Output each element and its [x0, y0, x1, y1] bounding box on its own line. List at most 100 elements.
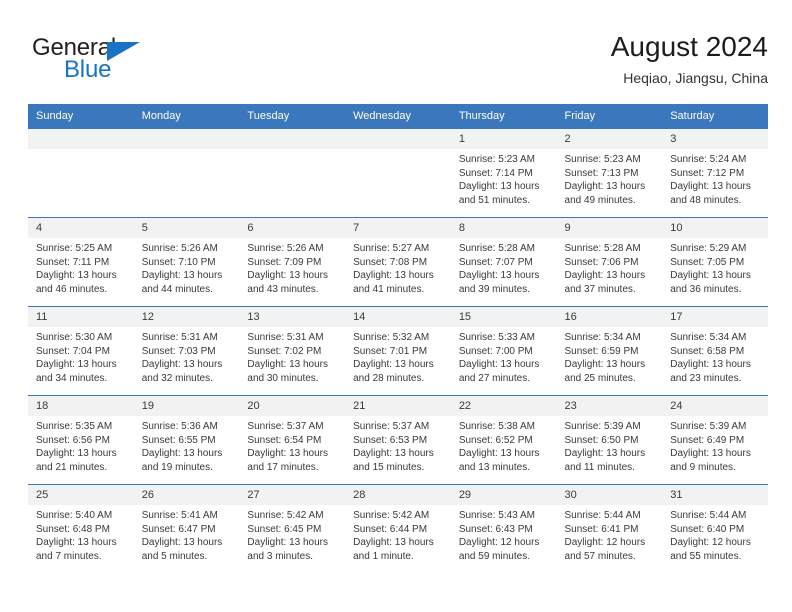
calendar-day-cell[interactable]: 25 Sunrise: 5:40 AM Sunset: 6:48 PM Dayligh…: [28, 484, 134, 573]
daylight-text-line2: and 15 minutes.: [353, 461, 425, 473]
sunset-text: Sunset: 7:04 PM: [36, 345, 110, 357]
day-number: [345, 129, 451, 149]
daylight-text-line2: and 36 minutes.: [670, 283, 742, 295]
day-details: Sunrise: 5:39 AM Sunset: 6:49 PM Daylight:…: [662, 416, 768, 474]
calendar-day-cell[interactable]: 22 Sunrise: 5:38 AM Sunset: 6:52 PM Dayligh…: [450, 395, 557, 485]
brand-logo[interactable]: General Blue: [32, 34, 212, 90]
day-number: 27: [239, 485, 346, 505]
daylight-text-line2: and 51 minutes.: [458, 194, 530, 206]
calendar-day-cell[interactable]: 18 Sunrise: 5:35 AM Sunset: 6:56 PM Dayligh…: [28, 395, 134, 485]
daylight-text-line1: Daylight: 12 hours: [458, 537, 540, 549]
title-block: August 2024 Heqiao, Jiangsu, China: [611, 30, 768, 88]
calendar-day-cell[interactable]: 2 Sunrise: 5:23 AM Sunset: 7:13 PM Daylight…: [556, 128, 663, 218]
daylight-text-line1: Daylight: 13 hours: [458, 270, 540, 282]
day-number: [239, 129, 346, 149]
sunset-text: Sunset: 6:56 PM: [36, 434, 110, 446]
daylight-text-line2: and 59 minutes.: [458, 550, 530, 562]
calendar-day-cell[interactable]: 15 Sunrise: 5:33 AM Sunset: 7:00 PM Dayligh…: [450, 306, 557, 396]
daylight-text-line1: Daylight: 13 hours: [564, 448, 646, 460]
calendar-table: Sunday Monday Tuesday Wednesday Thursday…: [28, 104, 768, 573]
calendar-day-cell[interactable]: 24 Sunrise: 5:39 AM Sunset: 6:49 PM Dayligh…: [662, 395, 768, 485]
day-number: [28, 129, 134, 149]
calendar-day-cell[interactable]: 14 Sunrise: 5:32 AM Sunset: 7:01 PM Dayligh…: [345, 306, 451, 396]
sunset-text: Sunset: 7:05 PM: [670, 256, 745, 268]
calendar-day-cell[interactable]: 16 Sunrise: 5:34 AM Sunset: 6:59 PM Dayligh…: [556, 306, 663, 396]
calendar-day-cell[interactable]: 4 Sunrise: 5:25 AM Sunset: 7:11 PM Daylight…: [28, 217, 134, 307]
calendar-day-cell[interactable]: 20 Sunrise: 5:37 AM Sunset: 6:54 PM Dayligh…: [239, 395, 346, 485]
calendar-day-cell[interactable]: 7 Sunrise: 5:27 AM Sunset: 7:08 PM Daylight…: [345, 217, 451, 307]
calendar-day-cell[interactable]: 19 Sunrise: 5:36 AM Sunset: 6:55 PM Dayligh…: [133, 395, 240, 485]
day-details: Sunrise: 5:25 AM Sunset: 7:11 PM Daylight:…: [28, 238, 134, 296]
weekday-header-monday: Monday: [133, 104, 240, 129]
day-details: Sunrise: 5:23 AM Sunset: 7:13 PM Daylight:…: [557, 149, 663, 207]
calendar-day-cell[interactable]: 13 Sunrise: 5:31 AM Sunset: 7:02 PM Dayligh…: [239, 306, 346, 396]
day-details: Sunrise: 5:41 AM Sunset: 6:47 PM Daylight:…: [134, 505, 240, 563]
calendar-day-cell[interactable]: 12 Sunrise: 5:31 AM Sunset: 7:03 PM Dayligh…: [133, 306, 240, 396]
sunset-text: Sunset: 6:49 PM: [670, 434, 745, 446]
daylight-text-line1: Daylight: 13 hours: [670, 181, 751, 193]
calendar-day-cell[interactable]: 9 Sunrise: 5:28 AM Sunset: 7:06 PM Daylight…: [556, 217, 663, 307]
daylight-text-line1: Daylight: 13 hours: [247, 537, 329, 549]
daylight-text-line1: Daylight: 13 hours: [141, 448, 223, 460]
daylight-text-line1: Daylight: 13 hours: [247, 359, 329, 371]
daylight-text-line2: and 34 minutes.: [36, 372, 108, 384]
sunrise-text: Sunrise: 5:29 AM: [670, 243, 747, 254]
daylight-text-line2: and 13 minutes.: [458, 461, 530, 473]
calendar-day-cell[interactable]: 23 Sunrise: 5:39 AM Sunset: 6:50 PM Dayligh…: [556, 395, 663, 485]
calendar-day-cell[interactable]: 6 Sunrise: 5:26 AM Sunset: 7:09 PM Daylight…: [239, 217, 346, 307]
sunrise-text: Sunrise: 5:42 AM: [247, 510, 324, 521]
calendar-day-cell[interactable]: 10 Sunrise: 5:29 AM Sunset: 7:05 PM Dayligh…: [662, 217, 768, 307]
day-number: 13: [239, 307, 346, 327]
calendar-day-cell[interactable]: 30 Sunrise: 5:44 AM Sunset: 6:41 PM Dayligh…: [556, 484, 663, 573]
day-number: 29: [450, 485, 557, 505]
day-details: Sunrise: 5:26 AM Sunset: 7:10 PM Daylight:…: [134, 238, 240, 296]
sunset-text: Sunset: 7:10 PM: [141, 256, 216, 268]
day-number: 22: [450, 396, 557, 416]
calendar-day-cell[interactable]: 26 Sunrise: 5:41 AM Sunset: 6:47 PM Dayligh…: [133, 484, 240, 573]
sunset-text: Sunset: 6:50 PM: [564, 434, 639, 446]
sunset-text: Sunset: 7:12 PM: [670, 167, 745, 179]
daylight-text-line1: Daylight: 13 hours: [353, 270, 434, 282]
daylight-text-line1: Daylight: 13 hours: [247, 270, 329, 282]
sunset-text: Sunset: 7:09 PM: [247, 256, 322, 268]
day-number: [133, 129, 240, 149]
sunset-text: Sunset: 7:06 PM: [564, 256, 639, 268]
daylight-text-line2: and 27 minutes.: [458, 372, 530, 384]
calendar-week-row: 4 Sunrise: 5:25 AM Sunset: 7:11 PM Daylight…: [28, 217, 768, 307]
calendar-day-cell[interactable]: 11 Sunrise: 5:30 AM Sunset: 7:04 PM Dayligh…: [28, 306, 134, 396]
day-details: Sunrise: 5:38 AM Sunset: 6:52 PM Daylight:…: [451, 416, 557, 474]
calendar-day-cell[interactable]: 5 Sunrise: 5:26 AM Sunset: 7:10 PM Daylight…: [133, 217, 240, 307]
sunset-text: Sunset: 6:45 PM: [247, 523, 322, 535]
daylight-text-line1: Daylight: 13 hours: [36, 537, 117, 549]
day-number: 4: [28, 218, 134, 238]
triangle-icon: [107, 42, 140, 61]
day-details: Sunrise: 5:42 AM Sunset: 6:44 PM Daylight:…: [345, 505, 451, 563]
sunset-text: Sunset: 7:08 PM: [353, 256, 428, 268]
calendar-day-cell[interactable]: 17 Sunrise: 5:34 AM Sunset: 6:58 PM Dayligh…: [662, 306, 768, 396]
calendar-day-cell[interactable]: 21 Sunrise: 5:37 AM Sunset: 6:53 PM Dayligh…: [345, 395, 451, 485]
calendar-day-cell[interactable]: 8 Sunrise: 5:28 AM Sunset: 7:07 PM Daylight…: [450, 217, 557, 307]
calendar-day-cell[interactable]: 31 Sunrise: 5:44 AM Sunset: 6:40 PM Dayligh…: [662, 484, 768, 573]
sunset-text: Sunset: 7:03 PM: [141, 345, 216, 357]
day-number: 20: [239, 396, 346, 416]
weekday-header-thursday: Thursday: [450, 104, 557, 129]
calendar-day-cell[interactable]: 3 Sunrise: 5:24 AM Sunset: 7:12 PM Daylight…: [662, 128, 768, 218]
calendar-day-cell[interactable]: 1 Sunrise: 5:23 AM Sunset: 7:14 PM Daylight…: [450, 128, 557, 218]
daylight-text-line1: Daylight: 13 hours: [36, 359, 117, 371]
sunrise-text: Sunrise: 5:34 AM: [564, 332, 641, 343]
daylight-text-line1: Daylight: 13 hours: [670, 448, 751, 460]
daylight-text-line1: Daylight: 13 hours: [670, 270, 751, 282]
calendar-day-cell[interactable]: 29 Sunrise: 5:43 AM Sunset: 6:43 PM Dayligh…: [450, 484, 557, 573]
calendar-day-cell[interactable]: 27 Sunrise: 5:42 AM Sunset: 6:45 PM Dayligh…: [239, 484, 346, 573]
calendar-cell-empty: [133, 128, 240, 218]
daylight-text-line1: Daylight: 13 hours: [458, 448, 540, 460]
day-number: 5: [133, 218, 240, 238]
calendar-day-cell[interactable]: 28 Sunrise: 5:42 AM Sunset: 6:44 PM Dayligh…: [345, 484, 451, 573]
day-number: 6: [239, 218, 346, 238]
sunrise-text: Sunrise: 5:37 AM: [353, 421, 430, 432]
calendar-week-row: 11 Sunrise: 5:30 AM Sunset: 7:04 PM Dayligh…: [28, 306, 768, 396]
sunrise-text: Sunrise: 5:38 AM: [458, 421, 535, 432]
sunrise-text: Sunrise: 5:42 AM: [353, 510, 430, 521]
sunrise-text: Sunrise: 5:41 AM: [141, 510, 218, 521]
day-details: Sunrise: 5:23 AM Sunset: 7:14 PM Daylight:…: [451, 149, 557, 207]
